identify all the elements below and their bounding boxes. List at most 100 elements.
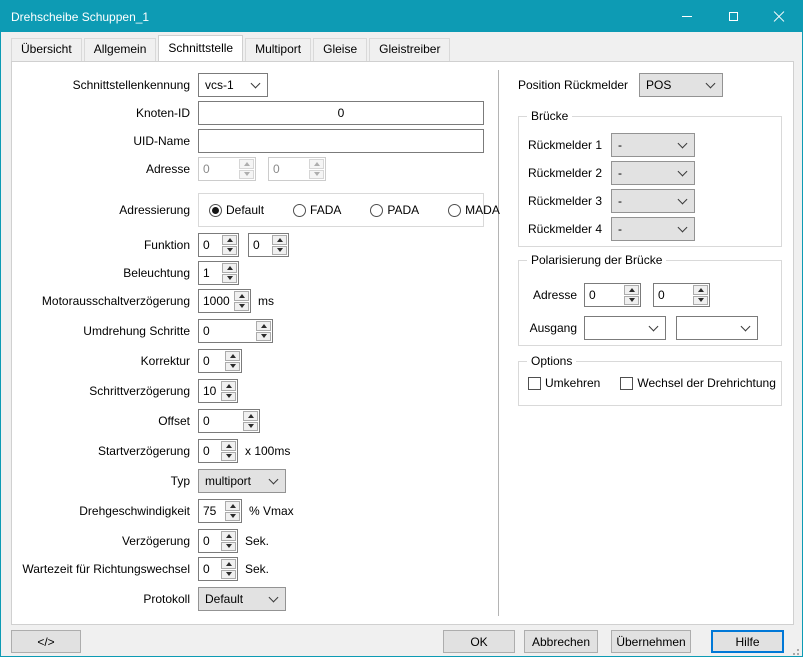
wartezeit-spinner[interactable]: 0: [198, 557, 238, 581]
radio-default[interactable]: Default: [209, 203, 264, 217]
position-rueckmelder-select[interactable]: POS: [639, 73, 723, 97]
spin-down-icon[interactable]: [624, 296, 639, 306]
drehgeschwindigkeit-spinner[interactable]: 75: [198, 499, 242, 523]
cancel-button[interactable]: Abbrechen: [524, 630, 598, 653]
tab-uebersicht[interactable]: Übersicht: [11, 38, 82, 61]
tab-page-schnittstelle: Schnittstellenkennung vcs-1 Knoten-ID UI…: [11, 61, 794, 625]
chevron-down-icon: [251, 78, 261, 88]
spinner-buttons: [220, 530, 237, 552]
uid-name-input[interactable]: [198, 129, 484, 153]
beleuchtung-spinner[interactable]: 1: [198, 261, 239, 285]
schrittverzoegerung-spinner[interactable]: 10: [198, 379, 238, 403]
offset-label: Offset: [12, 414, 190, 428]
spinner-buttons: [220, 558, 237, 580]
spin-down-icon[interactable]: [221, 452, 236, 462]
verzoegerung-spinner[interactable]: 0: [198, 529, 238, 553]
spin-down-icon[interactable]: [272, 246, 287, 256]
umkehren-checkbox[interactable]: Umkehren: [528, 376, 600, 390]
spin-down-icon[interactable]: [243, 422, 258, 432]
maximize-button[interactable]: [710, 1, 756, 32]
ausgang-select-1[interactable]: [584, 316, 666, 340]
spinner-value: 0: [269, 158, 308, 180]
spin-up-icon[interactable]: [221, 381, 236, 391]
spin-down-icon[interactable]: [225, 362, 240, 372]
tab-multiport[interactable]: Multiport: [245, 38, 311, 61]
tab-gleistreiber[interactable]: Gleistreiber: [369, 38, 450, 61]
code-view-button[interactable]: </>: [11, 630, 81, 653]
spin-down-icon[interactable]: [256, 332, 271, 342]
rueckmelder-1-select[interactable]: -: [611, 133, 695, 157]
radio-label: FADA: [310, 203, 341, 217]
close-button[interactable]: [756, 1, 802, 32]
spin-down-icon[interactable]: [234, 302, 249, 312]
spin-up-icon[interactable]: [243, 411, 258, 421]
spin-up-icon[interactable]: [222, 263, 237, 273]
korrektur-spinner[interactable]: 0: [198, 349, 242, 373]
rueckmelder-2-label: Rückmelder 2: [528, 166, 611, 180]
offset-spinner[interactable]: 0: [198, 409, 260, 433]
row-protokoll: Protokoll Default: [12, 587, 486, 611]
rueckmelder-2-select[interactable]: -: [611, 161, 695, 185]
spin-up-icon[interactable]: [256, 321, 271, 331]
checkbox-icon: [620, 377, 633, 390]
combo-value: multiport: [205, 474, 251, 488]
adresse-spinner-1: 0: [198, 157, 256, 181]
spin-down-icon[interactable]: [693, 296, 708, 306]
startverzoegerung-label: Startverzögerung: [12, 444, 190, 458]
polarisierung-adresse-spinner-1[interactable]: 0: [584, 283, 641, 307]
spin-up-icon[interactable]: [221, 559, 236, 569]
right-form-column: Position Rückmelder POS Brücke Rückmelde…: [518, 73, 786, 97]
unit-label: x 100ms: [245, 444, 290, 458]
protokoll-select[interactable]: Default: [198, 587, 286, 611]
typ-select[interactable]: multiport: [198, 469, 286, 493]
tab-schnittstelle[interactable]: Schnittstelle: [158, 35, 243, 61]
radio-mada[interactable]: MADA: [448, 203, 500, 217]
schnittstellenkennung-select[interactable]: vcs-1: [198, 73, 268, 97]
maximize-icon: [729, 12, 738, 21]
rueckmelder-3-select[interactable]: -: [611, 189, 695, 213]
spin-down-icon[interactable]: [222, 274, 237, 284]
spin-up-icon: [309, 159, 324, 169]
spin-up-icon[interactable]: [222, 235, 237, 245]
startverzoegerung-spinner[interactable]: 0: [198, 439, 238, 463]
column-divider: [498, 70, 499, 616]
radio-pada[interactable]: PADA: [370, 203, 419, 217]
tab-gleise[interactable]: Gleise: [313, 38, 367, 61]
spin-down-icon[interactable]: [221, 570, 236, 580]
radio-fada[interactable]: FADA: [293, 203, 341, 217]
spin-down-icon[interactable]: [225, 512, 240, 522]
spin-down-icon[interactable]: [222, 246, 237, 256]
help-button[interactable]: Hilfe: [711, 630, 784, 653]
umdrehung-schritte-spinner[interactable]: 0: [198, 319, 273, 343]
rueckmelder-4-select[interactable]: -: [611, 217, 695, 241]
motorausschaltverzoegerung-spinner[interactable]: 1000: [198, 289, 251, 313]
titlebar[interactable]: Drehscheibe Schuppen_1: [1, 1, 802, 32]
polarisierung-group: Polarisierung der Brücke Adresse 0 0: [518, 260, 782, 346]
row-polarisierung-adresse: Adresse 0 0: [527, 283, 781, 307]
spin-up-icon[interactable]: [272, 235, 287, 245]
funktion-spinner-2[interactable]: 0: [248, 233, 289, 257]
polarisierung-adresse-spinner-2[interactable]: 0: [653, 283, 710, 307]
spin-up-icon[interactable]: [624, 285, 639, 295]
funktion-spinner-1[interactable]: 0: [198, 233, 239, 257]
spin-up-icon[interactable]: [221, 531, 236, 541]
apply-button[interactable]: Übernehmen: [611, 630, 691, 653]
spin-up-icon[interactable]: [221, 441, 236, 451]
knoten-id-input[interactable]: [198, 101, 484, 125]
ausgang-select-2[interactable]: [676, 316, 758, 340]
tab-strip: Übersicht Allgemein Schnittstelle Multip…: [1, 32, 802, 61]
spin-up-icon[interactable]: [693, 285, 708, 295]
spin-up-icon[interactable]: [225, 501, 240, 511]
spin-up-icon[interactable]: [225, 351, 240, 361]
ok-button[interactable]: OK: [443, 630, 515, 653]
spin-down-icon[interactable]: [221, 542, 236, 552]
tab-allgemein[interactable]: Allgemein: [84, 38, 157, 61]
resize-grip[interactable]: [790, 646, 799, 655]
motorausschaltverzoegerung-label: Motorausschaltverzögerung: [12, 294, 190, 308]
minimize-button[interactable]: [664, 1, 710, 32]
spin-down-icon[interactable]: [221, 392, 236, 402]
wechsel-drehrichtung-checkbox[interactable]: Wechsel der Drehrichtung: [620, 376, 776, 390]
spinner-value: 0: [199, 234, 221, 256]
unit-label: % Vmax: [249, 504, 294, 518]
spin-up-icon[interactable]: [234, 291, 249, 301]
